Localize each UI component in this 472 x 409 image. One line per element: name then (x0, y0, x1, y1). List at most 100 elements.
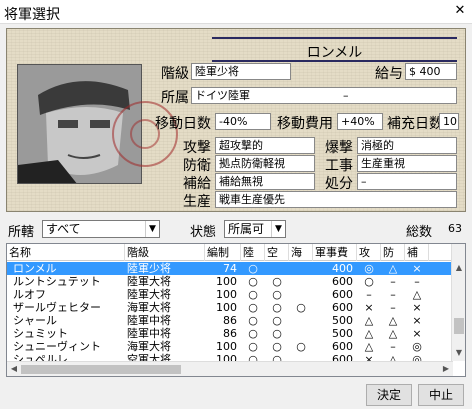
col-sea[interactable]: 海 (289, 244, 313, 261)
move-days-value: -40% (215, 113, 271, 130)
cell-atk: ◎ (364, 262, 374, 275)
production-value: 戦車生産優先 (215, 191, 457, 208)
cell-name: シャール (13, 314, 57, 327)
supply-label: 補給 (183, 176, 211, 192)
bombing-label: 爆撃 (325, 140, 353, 156)
rank-value: 陸軍少将 (191, 63, 291, 80)
jurisdiction-selected: すべて (46, 222, 81, 236)
general-name: ロンメル (306, 45, 363, 61)
cancel-button[interactable]: 中止 (418, 384, 464, 406)
cell-cost: 600 (332, 340, 353, 353)
move-days-label: 移動日数 (155, 116, 211, 132)
close-icon[interactable]: ✕ (452, 4, 468, 20)
cell-org: 100 (216, 288, 237, 301)
cell-cost: 600 (332, 288, 353, 301)
cell-def: △ (388, 262, 398, 275)
scroll-thumb[interactable] (454, 318, 464, 334)
vertical-scrollbar[interactable]: ▲ ▼ (451, 244, 465, 361)
cell-air: ○ (272, 340, 282, 353)
cell-sea (291, 288, 311, 301)
cell-org: 74 (223, 262, 237, 275)
stamp-seal (112, 101, 178, 167)
chevron-down-icon[interactable]: ▼ (145, 221, 159, 237)
cell-sup: △ (412, 288, 422, 301)
cell-cost: 500 (332, 327, 353, 340)
col-rank[interactable]: 階級 (125, 244, 205, 261)
cell-rank: 陸軍中将 (127, 314, 171, 327)
col-org[interactable]: 編制 (205, 244, 241, 261)
cell-rank: 海軍大将 (127, 301, 171, 314)
defense-value: 拠点防衛軽視 (215, 155, 315, 172)
status-selected: 所属可 (228, 222, 265, 236)
affiliation-label: 所属 (161, 90, 189, 106)
cell-cost: 600 (332, 301, 353, 314)
cell-rank: 陸軍大将 (127, 288, 171, 301)
col-supply[interactable]: 補 (405, 244, 429, 261)
col-name[interactable]: 名称 (7, 244, 125, 261)
chevron-down-icon[interactable]: ▼ (271, 221, 285, 237)
table-row[interactable]: ルントシュテット 陸軍大将 100 ○ ○ 600 ○ – – (7, 275, 453, 288)
cell-org: 100 (216, 301, 237, 314)
cell-sea: ○ (296, 340, 306, 353)
col-land[interactable]: 陸 (241, 244, 265, 261)
supply-days-label: 補充日数 (387, 116, 443, 132)
salary-value: $ 400 (405, 63, 457, 80)
cell-def: △ (388, 314, 398, 327)
ok-button[interactable]: 決定 (366, 384, 412, 406)
cell-name: ロンメル (13, 262, 57, 275)
cell-sup: × (412, 262, 422, 275)
status-select[interactable]: 所属可 ▼ (224, 220, 286, 238)
cell-land: ○ (248, 327, 258, 340)
jurisdiction-select[interactable]: すべて ▼ (42, 220, 160, 238)
table-row[interactable]: シュニーヴィント 海軍大将 100 ○ ○ ○ 600 △ – ◎ (7, 340, 453, 353)
cell-atk: △ (364, 314, 374, 327)
scroll-right-icon[interactable]: ▶ (439, 364, 453, 373)
table-row[interactable]: ロンメル 陸軍少将 74 ○ 400 ◎ △ × (7, 262, 453, 275)
cell-air: ○ (272, 301, 282, 314)
cell-atk: △ (364, 340, 374, 353)
punishment-value: – (357, 173, 457, 190)
cell-sea (291, 314, 311, 327)
punishment-label: 処分 (325, 176, 353, 192)
cell-sup: ◎ (412, 340, 422, 353)
cell-name: シュミット (13, 327, 68, 340)
total-label: 総数 (406, 225, 433, 240)
filter-bar: 所轄 すべて ▼ 状態 所属可 ▼ 総数 63 (0, 218, 472, 240)
status-label: 状態 (190, 225, 217, 240)
cell-air: ○ (272, 327, 282, 340)
attack-label: 攻撃 (183, 140, 211, 156)
cell-org: 100 (216, 340, 237, 353)
general-profile-card: ロンメル 階級 陸軍少将 給与 $ 400 所属 ドイツ陸軍 – 移動日数 -4… (6, 28, 466, 212)
cell-rank: 海軍大将 (127, 340, 171, 353)
col-attack[interactable]: 攻 (357, 244, 381, 261)
total-value: 63 (448, 222, 462, 235)
scroll-left-icon[interactable]: ◀ (7, 364, 21, 373)
table-row[interactable]: シュミット 陸軍中将 86 ○ ○ 500 △ △ × (7, 327, 453, 340)
col-air[interactable]: 空 (265, 244, 289, 261)
move-cost-value: +40% (337, 113, 383, 130)
table-row[interactable]: ルオフ 陸軍大将 100 ○ ○ 600– – △ (7, 288, 453, 301)
cell-def: △ (388, 327, 398, 340)
window-title: 将軍選択 (4, 7, 60, 23)
cell-land: ○ (248, 314, 258, 327)
cell-air: ○ (272, 288, 282, 301)
col-defense[interactable]: 防 (381, 244, 405, 261)
cell-land: ○ (248, 275, 258, 288)
attack-value: 超攻撃的 (215, 137, 315, 154)
cell-name: ザールヴェヒター (13, 301, 101, 314)
cell-org: 86 (223, 314, 237, 327)
horizontal-scrollbar[interactable]: ◀ ▶ (7, 361, 453, 376)
cell-land: ○ (248, 340, 258, 353)
scroll-thumb[interactable] (21, 365, 181, 374)
scroll-down-icon[interactable]: ▼ (452, 348, 465, 357)
cell-sea: ○ (296, 301, 306, 314)
affiliation-extra: – (343, 89, 349, 102)
table-row[interactable]: シャール 陸軍中将 86 ○ ○ 500 △ △ × (7, 314, 453, 327)
title-bar: 将軍選択 ✕ (0, 0, 472, 24)
table-row[interactable]: ザールヴェヒター 海軍大将 100 ○ ○ ○ 600 × – × (7, 301, 453, 314)
cell-def: – (390, 301, 396, 314)
production-label: 生産 (183, 194, 211, 210)
scroll-up-icon[interactable]: ▲ (452, 263, 465, 272)
cell-air (267, 262, 287, 275)
col-cost[interactable]: 軍事費 (313, 244, 357, 261)
